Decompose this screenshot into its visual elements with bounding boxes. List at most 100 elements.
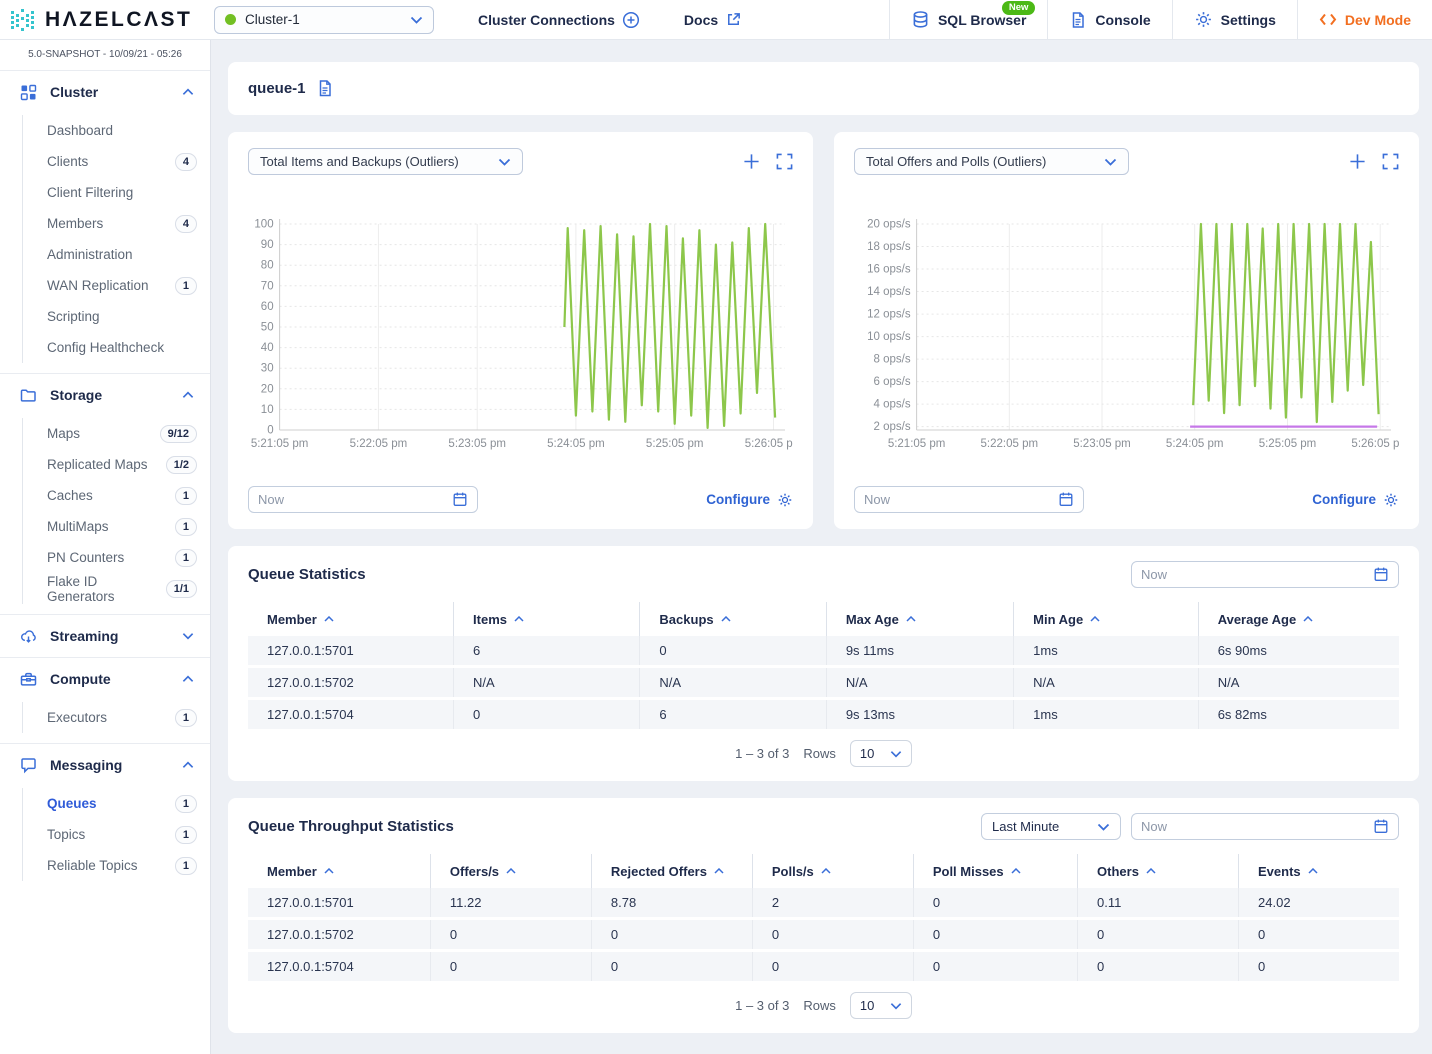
fullscreen-icon[interactable]: [776, 153, 793, 170]
column-header-member[interactable]: Member: [248, 854, 430, 888]
sidebar-item-dashboard[interactable]: Dashboard: [23, 115, 210, 146]
cell: N/A: [453, 668, 639, 697]
svg-text:10 ops/s: 10 ops/s: [867, 331, 911, 343]
sidebar-item-scripting[interactable]: Scripting: [23, 301, 210, 332]
sidebar-item-label: WAN Replication: [47, 278, 149, 293]
cluster-connections-label: Cluster Connections: [478, 12, 615, 28]
sidebar-nav: ClusterDashboardClients4Client Filtering…: [0, 71, 210, 881]
table-row[interactable]: 127.0.0.1:5704000000: [248, 952, 1399, 981]
column-header-poll-misses[interactable]: Poll Misses: [913, 854, 1077, 888]
cell: 6s 90ms: [1198, 636, 1399, 665]
cluster-connections-button[interactable]: Cluster Connections: [456, 11, 662, 29]
console-button[interactable]: Console: [1047, 0, 1171, 40]
sql-browser-button[interactable]: New SQL Browser: [889, 0, 1047, 40]
time-travel-input[interactable]: Now: [1131, 813, 1399, 840]
time-travel-value: Now: [1141, 567, 1167, 582]
main-content: queue-1 Total Items and Backups (Outlier…: [211, 40, 1432, 1054]
column-header-average-age[interactable]: Average Age: [1198, 602, 1399, 636]
sidebar-section-label: Streaming: [50, 628, 118, 644]
chevron-down-icon: [498, 158, 511, 166]
version-label: 5.0-SNAPSHOT - 10/09/21 - 05:26: [0, 40, 210, 71]
cell: 0: [591, 952, 752, 981]
page-size-select[interactable]: 10: [850, 740, 912, 767]
svg-text:5:21:05 pm: 5:21:05 pm: [888, 438, 946, 450]
sort-asc-icon: [821, 868, 831, 874]
column-header-member[interactable]: Member: [248, 602, 453, 636]
column-header-items[interactable]: Items: [453, 602, 639, 636]
cell: 127.0.0.1:5704: [248, 952, 430, 981]
time-travel-value: Now: [864, 492, 890, 507]
sidebar-item-topics[interactable]: Topics1: [23, 819, 210, 850]
cell: 8.78: [591, 888, 752, 917]
sidebar-item-administration[interactable]: Administration: [23, 239, 210, 270]
period-select[interactable]: Last Minute: [981, 813, 1121, 840]
sidebar-item-multimaps[interactable]: MultiMaps1: [23, 511, 210, 542]
cell: 127.0.0.1:5704: [248, 700, 453, 729]
sidebar-item-pn-counters[interactable]: PN Counters1: [23, 542, 210, 573]
svg-text:50: 50: [261, 321, 274, 333]
add-chart-icon[interactable]: [743, 153, 760, 170]
sidebar-section-messaging[interactable]: Messaging: [0, 744, 210, 786]
sidebar-item-caches[interactable]: Caches1: [23, 480, 210, 511]
sidebar-item-config-healthcheck[interactable]: Config Healthcheck: [23, 332, 210, 363]
sidebar-section-storage[interactable]: Storage: [0, 374, 210, 416]
sort-asc-icon: [1146, 868, 1156, 874]
sidebar-section-streaming[interactable]: Streaming: [0, 615, 210, 657]
column-header-rejected-offers[interactable]: Rejected Offers: [591, 854, 752, 888]
column-header-events[interactable]: Events: [1238, 854, 1399, 888]
cluster-select[interactable]: Cluster-1: [214, 6, 434, 34]
column-header-polls-s[interactable]: Polls/s: [752, 854, 913, 888]
count-badge: 1: [175, 487, 197, 505]
calendar-icon: [1373, 818, 1389, 835]
table-row[interactable]: 127.0.0.1:5701609s 11ms1ms6s 90ms: [248, 636, 1399, 665]
page-size-value: 10: [860, 998, 874, 1013]
sidebar-item-reliable-topics[interactable]: Reliable Topics1: [23, 850, 210, 881]
time-travel-input[interactable]: Now: [248, 486, 478, 513]
sidebar-item-clients[interactable]: Clients4: [23, 146, 210, 177]
metric-select[interactable]: Total Items and Backups (Outliers): [248, 148, 523, 175]
column-header-min-age[interactable]: Min Age: [1013, 602, 1198, 636]
settings-button[interactable]: Settings: [1172, 0, 1297, 40]
sidebar-item-queues[interactable]: Queues1: [23, 788, 210, 819]
pagination: 1 – 3 of 3 Rows 10: [248, 992, 1399, 1019]
sidebar-section-cluster[interactable]: Cluster: [0, 71, 210, 113]
column-header-offers-s[interactable]: Offers/s: [430, 854, 591, 888]
configure-link[interactable]: Configure: [1312, 492, 1399, 508]
svg-text:90: 90: [261, 239, 274, 251]
sidebar-item-wan-replication[interactable]: WAN Replication1: [23, 270, 210, 301]
sidebar-item-maps[interactable]: Maps9/12: [23, 418, 210, 449]
svg-text:6 ops/s: 6 ops/s: [874, 376, 911, 388]
external-link-icon: [725, 11, 742, 28]
table-row[interactable]: 127.0.0.1:5702000000: [248, 920, 1399, 949]
page-size-select[interactable]: 10: [850, 992, 912, 1019]
queue-document-icon[interactable]: [316, 79, 334, 98]
dev-mode-button[interactable]: Dev Mode: [1297, 0, 1432, 40]
sidebar-item-flake-id-generators[interactable]: Flake ID Generators1/1: [23, 573, 210, 604]
svg-text:2 ops/s: 2 ops/s: [874, 421, 911, 433]
configure-link[interactable]: Configure: [706, 492, 793, 508]
sidebar-item-label: Queues: [47, 796, 97, 811]
table-row[interactable]: 127.0.0.1:570111.228.78200.1124.02: [248, 888, 1399, 917]
sidebar-item-executors[interactable]: Executors1: [23, 702, 210, 733]
column-header-others[interactable]: Others: [1077, 854, 1238, 888]
sidebar-item-client-filtering[interactable]: Client Filtering: [23, 177, 210, 208]
time-travel-input[interactable]: Now: [1131, 561, 1399, 588]
fullscreen-icon[interactable]: [1382, 153, 1399, 170]
table-row[interactable]: 127.0.0.1:5702N/AN/AN/AN/AN/A: [248, 668, 1399, 697]
sidebar-item-members[interactable]: Members4: [23, 208, 210, 239]
count-badge: 4: [175, 153, 197, 171]
column-header-backups[interactable]: Backups: [639, 602, 825, 636]
sidebar-item-replicated-maps[interactable]: Replicated Maps1/2: [23, 449, 210, 480]
docs-link[interactable]: Docs: [662, 11, 764, 28]
metric-select[interactable]: Total Offers and Polls (Outliers): [854, 148, 1129, 175]
cell: N/A: [1198, 668, 1399, 697]
time-travel-input[interactable]: Now: [854, 486, 1084, 513]
column-header-max-age[interactable]: Max Age: [826, 602, 1013, 636]
grid-icon: [20, 84, 37, 101]
cell: 0: [453, 700, 639, 729]
svg-text:12 ops/s: 12 ops/s: [867, 308, 911, 320]
table-row[interactable]: 127.0.0.1:5704069s 13ms1ms6s 82ms: [248, 700, 1399, 729]
add-chart-icon[interactable]: [1349, 153, 1366, 170]
chevron-up-icon: [182, 88, 194, 96]
sidebar-section-compute[interactable]: Compute: [0, 658, 210, 700]
